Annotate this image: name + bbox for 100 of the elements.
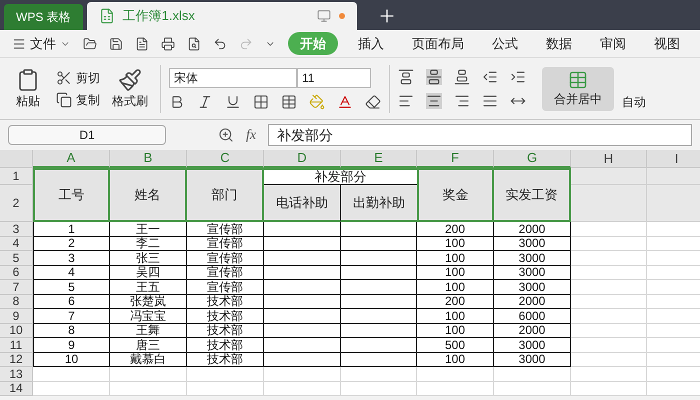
table-cell: 6 — [33, 294, 110, 309]
print-icon[interactable] — [161, 36, 176, 52]
ribbon-tab[interactable]: 页面布局 — [404, 32, 472, 56]
ribbon-tab[interactable]: 视图 — [646, 32, 688, 56]
italic-icon[interactable] — [197, 94, 213, 110]
table-cell: 冯宝宝 — [110, 309, 187, 324]
table-cell: 技术部 — [187, 338, 264, 352]
spreadsheet-icon[interactable] — [98, 8, 115, 24]
table-cell: 100 — [417, 309, 494, 324]
preview-icon[interactable] — [187, 36, 202, 52]
format-painter-button[interactable]: 格式刷 — [112, 92, 148, 110]
underline-icon[interactable] — [225, 94, 241, 110]
copy-icon[interactable] — [56, 92, 72, 108]
row-header[interactable]: 11 — [0, 338, 33, 352]
row-header[interactable]: 10 — [0, 324, 33, 338]
border-icon[interactable] — [253, 94, 269, 110]
table-cell: 王五 — [110, 280, 187, 294]
row-header[interactable]: 4 — [0, 236, 33, 251]
header-cell: 出勤补助 — [341, 185, 417, 222]
row-header[interactable]: 13 — [0, 367, 33, 382]
table-cell: 100 — [417, 251, 494, 266]
row-header[interactable]: 7 — [0, 280, 33, 294]
function-label[interactable]: fx — [246, 124, 256, 146]
align-middle-icon[interactable] — [426, 68, 442, 84]
font-select[interactable]: 宋体 — [169, 68, 297, 88]
header-cell: 工号 — [33, 168, 110, 222]
file-menu[interactable]: 文件 — [30, 34, 56, 54]
table-cell: 100 — [417, 324, 494, 338]
document-name: 工作簿1.xlsx — [122, 7, 195, 26]
header-cell: 补发部分 — [264, 168, 417, 185]
column-header[interactable]: C — [187, 150, 264, 168]
table-cell: 宣传部 — [187, 251, 264, 266]
column-header[interactable]: H — [571, 150, 647, 168]
table-cell: 1 — [33, 222, 110, 236]
column-header[interactable]: F — [417, 150, 494, 168]
document-tab[interactable]: 工作簿1.xlsx — [86, 2, 357, 30]
align-bottom-icon[interactable] — [454, 68, 470, 84]
open-icon[interactable] — [82, 36, 97, 52]
fill-color-icon[interactable] — [309, 94, 325, 110]
save-icon[interactable] — [108, 36, 123, 52]
row-header[interactable]: 8 — [0, 294, 33, 309]
merge-center-button[interactable]: 合并居中 — [542, 66, 614, 110]
font-color-icon[interactable] — [337, 94, 353, 110]
auto-button[interactable]: 自动 — [622, 93, 646, 111]
eraser-icon[interactable] — [365, 94, 381, 110]
column-header[interactable]: I — [647, 150, 700, 168]
row-header[interactable]: 12 — [0, 352, 33, 367]
row-header[interactable]: 9 — [0, 309, 33, 324]
table-cell: 2 — [33, 236, 110, 251]
table-icon[interactable] — [281, 94, 297, 110]
table-cell: 技术部 — [187, 294, 264, 309]
table-cell: 唐三 — [110, 338, 187, 352]
table-cell: 200 — [417, 222, 494, 236]
row-header[interactable]: 2 — [0, 185, 33, 222]
ribbon-tab[interactable]: 数据 — [538, 32, 580, 56]
paste-button[interactable]: 粘贴 — [16, 92, 40, 110]
formula-field[interactable]: 补发部分 — [268, 124, 692, 146]
column-header[interactable]: G — [494, 150, 571, 168]
table-cell: 9 — [33, 338, 110, 352]
cut-button[interactable]: 剪切 — [76, 68, 100, 86]
ribbon-tab[interactable]: 插入 — [350, 32, 392, 56]
table-cell: 7 — [33, 309, 110, 324]
table-cell: 5 — [33, 280, 110, 294]
app-tab[interactable]: WPS 表格 — [4, 4, 83, 30]
header-cell: 电话补助 — [264, 185, 341, 222]
table-cell: 张三 — [110, 251, 187, 266]
column-header[interactable]: A — [33, 150, 110, 168]
font-size-select[interactable]: 11 — [297, 68, 371, 88]
column-header[interactable]: D — [264, 150, 341, 168]
row-header[interactable]: 6 — [0, 266, 33, 280]
table-cell: 王一 — [110, 222, 187, 236]
scissors-icon[interactable] — [56, 70, 72, 86]
copy-button[interactable]: 复制 — [76, 90, 100, 108]
table-cell: 技术部 — [187, 324, 264, 338]
paintbrush-icon[interactable] — [118, 68, 142, 92]
table-cell: 王舞 — [110, 324, 187, 338]
table-cell: 8 — [33, 324, 110, 338]
zoom-icon[interactable] — [218, 127, 234, 143]
header-cell: 实发工资 — [494, 168, 571, 222]
ribbon-tab[interactable]: 审阅 — [592, 32, 634, 56]
row-header[interactable]: 5 — [0, 251, 33, 266]
name-box[interactable]: D1 — [8, 125, 166, 145]
clipboard-icon[interactable] — [16, 68, 40, 92]
ribbon-tab[interactable]: 公式 — [484, 32, 526, 56]
table-cell: 宣传部 — [187, 266, 264, 280]
table-cell: 宣传部 — [187, 280, 264, 294]
column-header[interactable]: B — [110, 150, 187, 168]
table-cell: 宣传部 — [187, 236, 264, 251]
row-header[interactable]: 1 — [0, 168, 33, 185]
align-top-icon[interactable] — [398, 68, 414, 84]
row-header[interactable]: 3 — [0, 222, 33, 236]
table-cell: 100 — [417, 280, 494, 294]
column-header[interactable]: E — [341, 150, 417, 168]
row-header[interactable]: 14 — [0, 382, 33, 396]
table-cell: 100 — [417, 236, 494, 251]
monitor-icon[interactable] — [316, 9, 331, 23]
table-cell: 宣传部 — [187, 222, 264, 236]
table-cell: 100 — [417, 266, 494, 280]
table-cell: 3 — [33, 251, 110, 266]
align-center-icon[interactable] — [426, 92, 442, 108]
